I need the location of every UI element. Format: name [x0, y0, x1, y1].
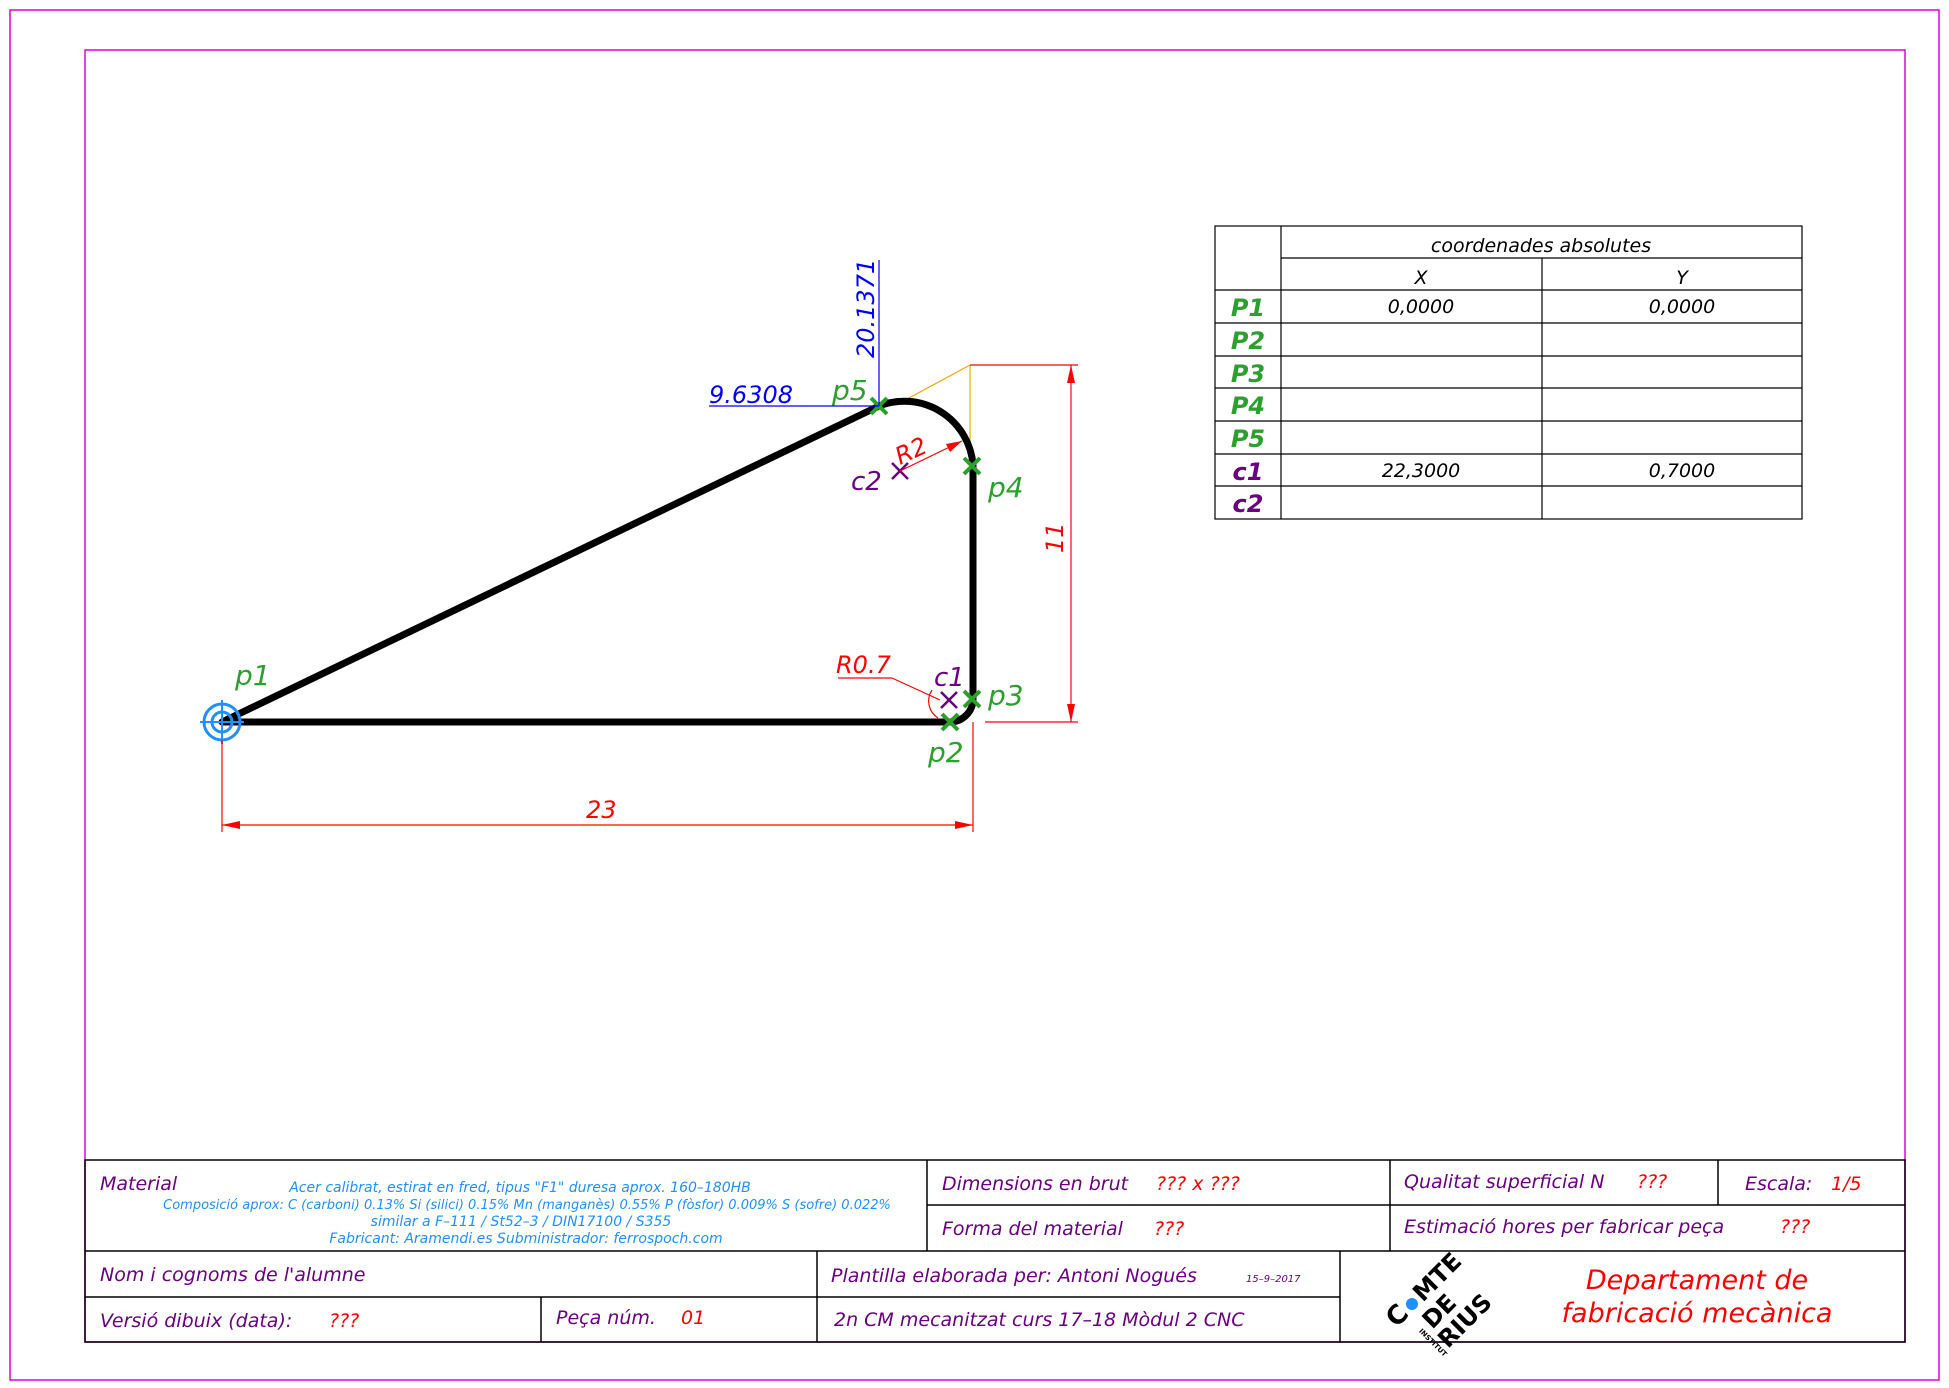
table-row: P5 — [1231, 425, 1265, 453]
escala-value: 1/5 — [1831, 1173, 1862, 1195]
technical-drawing: p1 p2 p3 p4 p5 c1 c2 23 11 R0.7 R2 9.630… — [9, 9, 1940, 1381]
forma-label: Forma del material — [942, 1218, 1124, 1240]
qualitat-value: ??? — [1637, 1171, 1667, 1193]
dim-right-height: 11 — [1041, 522, 1069, 553]
label-p2: p2 — [927, 736, 964, 769]
dim-p5-y: 20.1371 — [852, 259, 880, 358]
dept-line-2: fabricació mecànica — [1562, 1298, 1833, 1329]
row-p1-x: 0,0000 — [1388, 296, 1454, 318]
table-header: coordenades absolutes — [1431, 235, 1651, 257]
material-line-4: Fabricant: Aramendi.es Subministrador: f… — [329, 1231, 722, 1247]
dim-p5-x: 9.6308 — [709, 381, 793, 409]
table-row: P1 0,0000 0,0000 — [1231, 294, 1715, 322]
peca-label: Peça núm. — [556, 1307, 656, 1329]
hores-label: Estimació hores per fabricar peça — [1404, 1216, 1724, 1238]
label-p3: p3 — [987, 679, 1024, 712]
label-p1: p1 — [234, 659, 271, 692]
table-col-x: X — [1413, 267, 1428, 289]
row-label-p2: P2 — [1231, 327, 1265, 355]
material-line-3: similar a F–111 / St52–3 / DIN17100 / S3… — [371, 1214, 672, 1230]
row-c1-y: 0,7000 — [1649, 460, 1715, 482]
row-p1-y: 0,0000 — [1649, 296, 1715, 318]
qualitat-label: Qualitat superficial N — [1404, 1171, 1604, 1193]
dimensions-brut-value: ??? x ??? — [1156, 1173, 1240, 1195]
origin-icon — [200, 700, 244, 744]
dim-radius-small: R0.7 — [836, 651, 892, 679]
label-c1: c1 — [934, 663, 965, 693]
dept-line-1: Departament de — [1586, 1265, 1808, 1296]
label-c2: c2 — [851, 467, 882, 497]
row-label-p1: P1 — [1231, 294, 1265, 322]
label-p5: p5 — [831, 374, 868, 407]
peca-value: 01 — [681, 1307, 705, 1329]
dim-bottom-length: 23 — [586, 796, 617, 824]
forma-value: ??? — [1154, 1218, 1184, 1240]
dimensions-brut-label: Dimensions en brut — [942, 1173, 1130, 1195]
material-line-2: Composició aprox: C (carboni) 0.13% Si (… — [163, 1198, 891, 1213]
row-label-c2: c2 — [1233, 490, 1264, 518]
row-label-p4: P4 — [1231, 392, 1265, 420]
table-row: P4 — [1231, 392, 1265, 420]
c1-marker-icon — [940, 691, 958, 709]
table-col-y: Y — [1676, 267, 1689, 289]
table-row: P3 — [1231, 360, 1265, 388]
nom-label: Nom i cognoms de l'alumne — [100, 1264, 365, 1286]
table-row: c1 22,3000 0,7000 — [1233, 458, 1716, 486]
hores-value: ??? — [1780, 1216, 1810, 1238]
material-line-1: Acer calibrat, estirat en fred, tipus "F… — [288, 1180, 751, 1196]
escala-label: Escala: — [1745, 1173, 1812, 1195]
row-label-c1: c1 — [1233, 458, 1264, 486]
row-c1-x: 22,3000 — [1382, 460, 1461, 482]
dimension-r07 — [838, 677, 941, 719]
dim-radius-large: R2 — [891, 432, 932, 471]
row-label-p5: P5 — [1231, 425, 1265, 453]
plantilla-date: 15–9–2017 — [1246, 1274, 1301, 1285]
table-row: P2 — [1231, 327, 1265, 355]
versio-label: Versió dibuix (data): — [100, 1310, 292, 1332]
row-label-p3: P3 — [1231, 360, 1265, 388]
table-row: c2 — [1233, 490, 1264, 518]
versio-value: ??? — [329, 1310, 359, 1332]
material-label: Material — [100, 1173, 178, 1195]
plantilla-label: Plantilla elaborada per: Antoni Nogués — [831, 1265, 1197, 1287]
label-p4: p4 — [987, 471, 1024, 504]
curs-label: 2n CM mecanitzat curs 17–18 Mòdul 2 CNC — [834, 1309, 1245, 1331]
